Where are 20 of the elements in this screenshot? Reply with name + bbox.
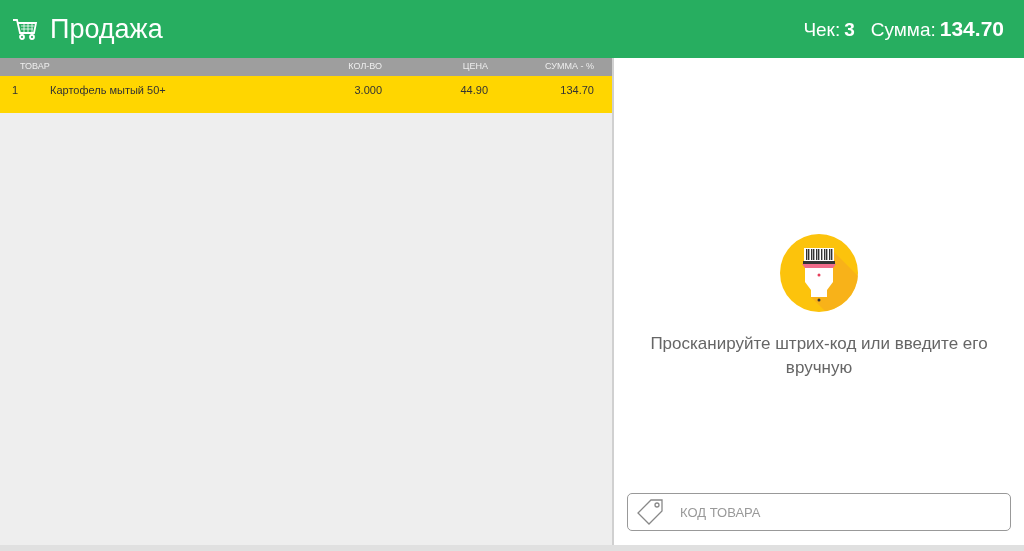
- scan-prompt: Просканируйте штрих-код или введите его вручную: [649, 333, 989, 379]
- item-row[interactable]: 1 Картофель мытый 50+ 3.000 44.90 134.70: [0, 76, 612, 113]
- total-label: Сумма:: [870, 18, 936, 43]
- barcode-scanner-icon: [780, 234, 858, 312]
- column-header: ЦЕНА: [461, 60, 488, 74]
- receipt-label: Чек:: [803, 18, 841, 43]
- item-sum: 134.70: [559, 83, 594, 98]
- column-header: СУММА - %: [544, 60, 594, 74]
- item-quantity: 3.000: [353, 83, 382, 98]
- product-code-field[interactable]: КОД ТОВАРА: [627, 493, 1011, 531]
- total-amount: 134.70: [939, 16, 1004, 43]
- item-price: 44.90: [459, 83, 488, 98]
- row-number: 1: [12, 83, 20, 98]
- column-header: ТОВАР: [20, 60, 51, 74]
- page-title: Продажа: [50, 12, 163, 46]
- column-header: КОЛ-ВО: [347, 60, 382, 74]
- item-name: Картофель мытый 50+: [50, 83, 167, 98]
- tag-icon: [635, 497, 665, 527]
- receipt-number: 3: [844, 18, 855, 43]
- cart-icon: [12, 17, 38, 41]
